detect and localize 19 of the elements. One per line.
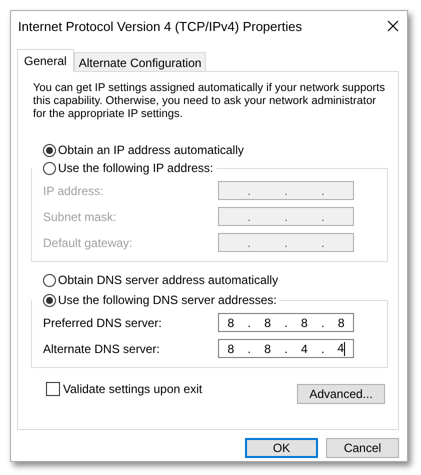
field-label: IP address: [43, 184, 104, 198]
field-label: Default gateway: [43, 236, 134, 250]
ip-address-field[interactable]: 8 . 8 . 8 . 8 [218, 313, 354, 332]
checkbox[interactable] [46, 382, 60, 396]
description-text: You can get IP settings assigned automatically if your network supports this capability. Otherwise, you need to ask your network administrator for the appropriate IP settings. [33, 82, 385, 121]
field-label: Preferred DNS server: [43, 316, 163, 330]
validate-checkbox[interactable]: Validate settings upon exit [46, 382, 202, 396]
dialog-button[interactable]: OK [245, 438, 318, 458]
tab[interactable]: Alternate Configuration [74, 52, 206, 71]
tab[interactable]: General [17, 49, 74, 72]
radio-option[interactable]: Use the following DNS server addresses: [43, 293, 277, 307]
close-icon[interactable] [387, 20, 399, 32]
window-title: Internet Protocol Version 4 (TCP/IPv4) Properties [18, 18, 302, 34]
field-label: Alternate DNS server: [43, 342, 161, 356]
advanced-button[interactable]: Advanced... [297, 384, 385, 404]
ip-address-field[interactable]: 8 . 8 . 4 . 4 [218, 339, 354, 358]
dialog-button[interactable]: Cancel [326, 438, 399, 458]
field-label: Subnet mask: [43, 210, 118, 224]
radio-option[interactable]: Use the following IP address: [43, 161, 214, 175]
